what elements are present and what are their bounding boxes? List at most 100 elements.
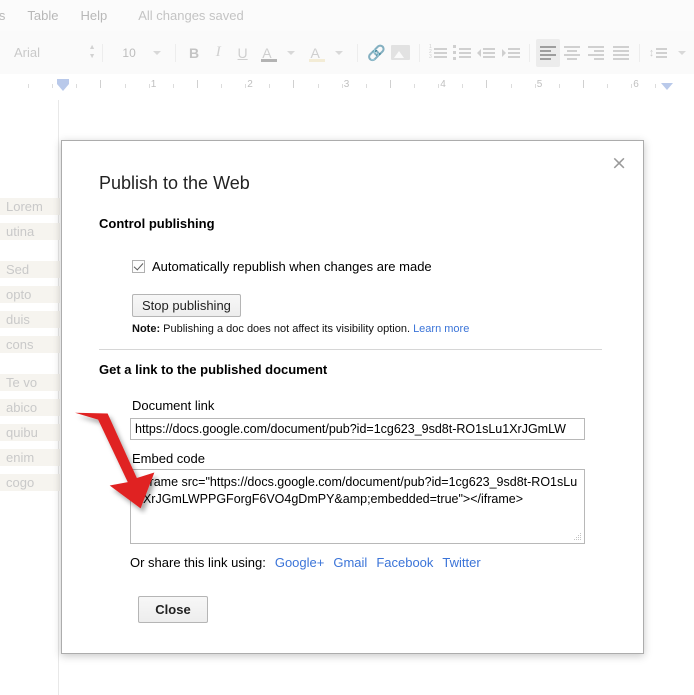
ruler-tick [173, 84, 174, 88]
stop-publishing-button[interactable]: Stop publishing [132, 294, 241, 317]
ruler-tick [583, 80, 584, 88]
ruler-tick [293, 80, 294, 88]
share-prompt-label: Or share this link using: [130, 555, 266, 570]
align-center-icon[interactable] [560, 39, 584, 67]
dialog-title: Publish to the Web [99, 173, 250, 193]
font-family-selector[interactable]: Arial [0, 45, 89, 60]
text-color-chevron-down-icon[interactable] [287, 50, 296, 55]
highlight-color-button[interactable]: A [303, 39, 327, 67]
align-right-icon[interactable] [584, 39, 608, 67]
bulleted-list-icon[interactable] [450, 39, 474, 67]
publish-to-web-dialog: × Publish to the Web Control publishing … [61, 140, 644, 654]
document-text-line: opto [0, 286, 60, 303]
ruler-tick [76, 84, 77, 88]
insert-image-button[interactable] [389, 39, 413, 67]
right-indent-marker[interactable] [661, 83, 673, 90]
document-text-line: Lorem [0, 198, 60, 215]
document-text-line: abico [0, 399, 60, 416]
ruler-tick [245, 84, 246, 88]
toolbar-divider [101, 43, 103, 62]
ruler-number-1: 1 [150, 79, 157, 90]
ruler-tick [269, 84, 270, 88]
decrease-indent-icon[interactable] [474, 39, 498, 67]
toolbar-divider [418, 43, 420, 62]
bold-button[interactable]: B [182, 39, 206, 67]
ruler-tick [414, 84, 415, 88]
embed-code-value: <iframe src="https://docs.google.com/doc… [136, 475, 578, 506]
menu-item-table[interactable]: Table [16, 0, 69, 31]
document-paragraph-gap [0, 248, 60, 261]
ruler-tick [197, 80, 198, 88]
get-link-heading: Get a link to the published document [99, 362, 328, 377]
ruler-tick [28, 84, 29, 88]
app-root: ls Table Help All changes saved Arial ▲▼… [0, 0, 694, 695]
toolbar-divider [174, 43, 176, 62]
line-spacing-chevron-down-icon[interactable] [678, 50, 687, 55]
left-indent-marker[interactable] [57, 84, 69, 91]
auto-republish-row[interactable]: Automatically republish when changes are… [132, 259, 432, 274]
toolbar-divider [357, 43, 359, 62]
document-text-line: cogo [0, 474, 60, 491]
font-size-selector[interactable]: 10 [122, 46, 145, 60]
ruler-tick [221, 84, 222, 88]
ruler-tick [462, 84, 463, 88]
ruler-number-6: 6 [633, 79, 639, 90]
increase-indent-icon[interactable] [499, 39, 523, 67]
ruler-tick [100, 80, 101, 88]
align-left-icon[interactable] [535, 38, 561, 67]
auto-republish-checkbox[interactable] [132, 260, 145, 273]
toolbar-divider [638, 43, 640, 62]
numbered-list-icon[interactable]: 123 [426, 39, 450, 67]
control-publishing-heading: Control publishing [99, 216, 215, 231]
text-color-swatch-icon [260, 58, 277, 62]
ruler-tick [52, 84, 53, 88]
embed-code-textarea[interactable]: <iframe src="https://docs.google.com/doc… [130, 469, 585, 544]
section-divider [99, 349, 602, 350]
note-prefix: Note: [132, 323, 161, 335]
note-text: Publishing a doc does not affect its vis… [160, 323, 414, 335]
close-button[interactable]: Close [138, 596, 208, 623]
ruler-tick [486, 80, 487, 88]
document-ruler[interactable]: 1 2 3 4 5 6 [0, 74, 694, 101]
align-justify-icon[interactable] [609, 39, 633, 67]
document-link-input[interactable]: https://docs.google.com/document/pub?id=… [130, 418, 585, 440]
document-text-line: Sed [0, 261, 60, 278]
share-link-facebook[interactable]: Facebook [376, 555, 433, 570]
menu-bar: ls Table Help All changes saved [0, 0, 694, 31]
ruler-number-3: 3 [343, 79, 350, 90]
image-icon [391, 45, 411, 60]
text-color-button[interactable]: A [255, 39, 279, 67]
ruler-number-2: 2 [247, 79, 253, 90]
save-status-text: All changes saved [138, 8, 244, 23]
font-family-spinner-icon[interactable]: ▲ ▼ [89, 44, 96, 60]
document-text-line: enim [0, 449, 60, 466]
ruler-number-5: 5 [536, 79, 543, 90]
italic-button[interactable]: I [206, 39, 230, 67]
resize-handle-icon[interactable] [573, 532, 582, 541]
line-spacing-icon[interactable]: ↕ [646, 39, 670, 67]
ruler-tick [511, 84, 512, 88]
highlight-color-chevron-down-icon[interactable] [335, 50, 344, 55]
document-link-label: Document link [132, 398, 215, 413]
share-link-gmail[interactable]: Gmail [333, 555, 367, 570]
ruler-tick [655, 84, 656, 88]
insert-link-icon[interactable]: 🔗 [364, 39, 388, 67]
auto-republish-label: Automatically republish when changes are… [152, 259, 432, 274]
underline-button[interactable]: U [230, 39, 254, 67]
document-text-line: cons [0, 336, 60, 353]
share-link-twitter[interactable]: Twitter [442, 555, 480, 570]
learn-more-link[interactable]: Learn more [413, 323, 469, 335]
ruler-number-4: 4 [440, 79, 446, 90]
share-link-googleplus[interactable]: Google+ [275, 555, 325, 570]
document-text-line: utina [0, 223, 60, 240]
menu-item-help[interactable]: Help [69, 0, 118, 31]
embed-code-label: Embed code [132, 451, 205, 466]
menu-item-tools[interactable]: ls [0, 0, 16, 31]
ruler-tick [438, 84, 439, 88]
ruler-tick [559, 84, 560, 88]
toolbar-divider [528, 43, 530, 62]
close-icon[interactable]: × [611, 154, 627, 173]
ruler-tick [607, 84, 608, 88]
font-size-chevron-down-icon[interactable] [152, 50, 161, 55]
ruler-tick [125, 84, 126, 88]
